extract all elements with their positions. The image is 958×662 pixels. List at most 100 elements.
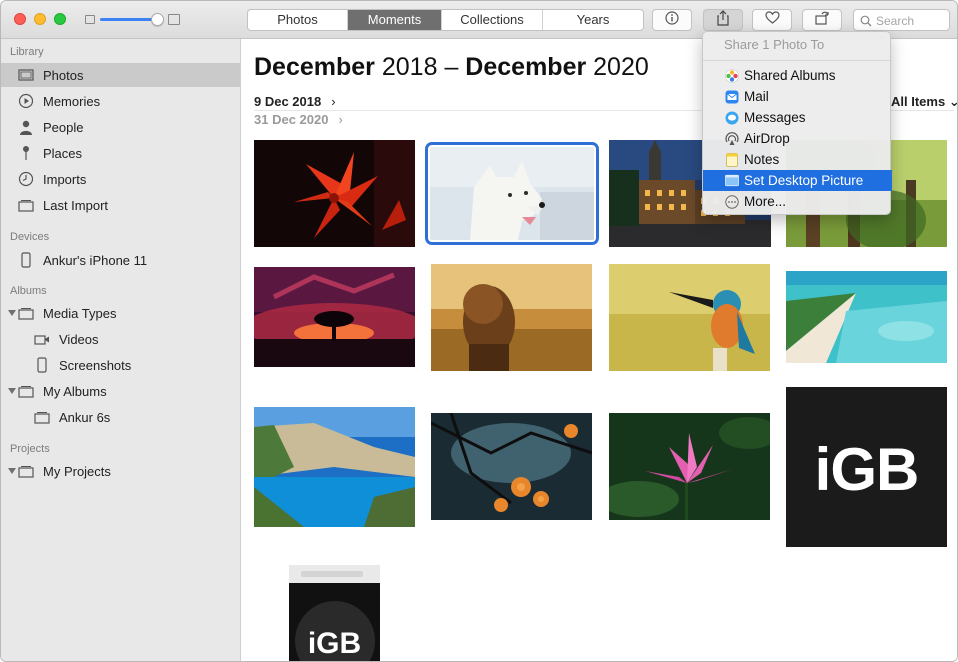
menu-item-shared-albums[interactable]: Shared Albums xyxy=(703,65,892,86)
photo-kingfisher-bird[interactable] xyxy=(609,264,770,371)
date-range-end[interactable]: 31 Dec 2020 › xyxy=(254,112,343,127)
sidebar-item-videos[interactable]: Videos xyxy=(1,327,240,351)
photo-igb-logo-tile[interactable]: iGB xyxy=(786,387,947,547)
albums-section-label: Albums xyxy=(10,285,47,297)
sidebar-item-label: Last Import xyxy=(43,197,109,213)
more-icon xyxy=(725,194,739,209)
sidebar-item-label: Ankur 6s xyxy=(59,409,111,425)
title-from-month: December xyxy=(254,53,375,81)
menu-item-set-desktop-picture[interactable]: Set Desktop Picture xyxy=(703,170,892,191)
messages-icon xyxy=(725,111,739,125)
title-to-year: 2020 xyxy=(593,53,649,81)
title-dash: – xyxy=(444,53,459,81)
sidebar-item-memories[interactable]: Memories xyxy=(1,89,240,113)
menu-item-label: AirDrop xyxy=(744,131,790,146)
sidebar-item-ankur-6s[interactable]: Ankur 6s xyxy=(1,405,240,429)
memories-icon xyxy=(18,93,34,109)
photos-window: Photos Moments Collections Years Search … xyxy=(0,0,958,662)
sidebar-item-photos[interactable]: Photos xyxy=(1,63,240,87)
title-from-year: 2018 xyxy=(381,53,438,81)
date-range-start[interactable]: 9 Dec 2018 › xyxy=(254,94,336,109)
tab-moments[interactable]: Moments xyxy=(348,10,442,30)
menu-item-messages[interactable]: Messages xyxy=(703,107,892,128)
favorite-button[interactable] xyxy=(752,9,792,31)
shared-albums-icon xyxy=(725,68,739,83)
all-items-label: All Items xyxy=(891,94,946,109)
photo-igb-phone-screenshot[interactable]: iGB xyxy=(289,565,380,661)
search-field[interactable]: Search xyxy=(853,9,950,31)
sidebar-item-label: Videos xyxy=(59,331,99,347)
clock-icon xyxy=(18,171,34,187)
search-icon xyxy=(860,14,872,32)
disclosure-triangle-icon[interactable] xyxy=(8,310,16,316)
rotate-icon xyxy=(814,10,830,30)
folder-icon xyxy=(18,464,34,478)
zoom-out-icon[interactable] xyxy=(85,15,95,24)
share-button[interactable] xyxy=(703,9,743,31)
photo-red-amaryllis-flower[interactable] xyxy=(254,140,415,247)
tab-photos[interactable]: Photos xyxy=(248,10,348,30)
sidebar-item-label: People xyxy=(43,119,84,135)
sidebar-item-my-albums[interactable]: My Albums xyxy=(1,379,240,403)
sidebar-item-label: Ankur's iPhone 11 xyxy=(43,252,148,268)
photo-tropical-beach[interactable] xyxy=(786,271,947,363)
menu-item-label: Notes xyxy=(744,152,780,167)
zoom-in-icon[interactable] xyxy=(168,14,180,25)
close-window-button[interactable] xyxy=(14,13,26,25)
all-items-filter[interactable]: All Items ⌄ xyxy=(891,94,957,110)
mail-icon xyxy=(725,90,739,104)
photo-girl-in-golden-field[interactable] xyxy=(431,264,592,371)
photo-pink-lotus[interactable] xyxy=(609,413,770,520)
photo-sunset-tree-silhouette[interactable] xyxy=(254,267,415,367)
chevron-right-icon: › xyxy=(338,112,343,127)
tab-collections[interactable]: Collections xyxy=(442,10,543,30)
sidebar-item-people[interactable]: People xyxy=(1,115,240,139)
info-button[interactable] xyxy=(652,9,692,31)
sidebar-item-label: Media Types xyxy=(43,305,117,321)
album-icon xyxy=(18,198,34,212)
airdrop-icon xyxy=(725,131,739,146)
screenshot-icon xyxy=(34,357,50,373)
disclosure-triangle-icon[interactable] xyxy=(8,388,16,394)
minimize-window-button[interactable] xyxy=(34,13,46,25)
menu-item-label: Shared Albums xyxy=(744,68,836,83)
rotate-button[interactable] xyxy=(802,9,842,31)
sidebar-item-places[interactable]: Places xyxy=(1,141,240,165)
notes-icon xyxy=(725,152,739,167)
date-start-label: 9 Dec 2018 xyxy=(254,94,322,109)
menu-item-notes[interactable]: Notes xyxy=(703,149,892,170)
menu-item-mail[interactable]: Mail xyxy=(703,86,892,107)
share-menu-title: Share 1 Photo To xyxy=(724,37,825,52)
menu-item-airdrop[interactable]: AirDrop xyxy=(703,128,892,149)
phone-igb-text: iGB xyxy=(307,627,362,660)
sidebar-item-last-import[interactable]: Last Import xyxy=(1,193,240,217)
video-camera-icon xyxy=(34,332,50,346)
menu-item-more[interactable]: More... xyxy=(703,191,892,212)
photo-navagio-beach-cliffs[interactable] xyxy=(254,407,415,527)
disclosure-triangle-icon[interactable] xyxy=(8,468,16,474)
maximize-window-button[interactable] xyxy=(54,13,66,25)
sidebar-item-label: Memories xyxy=(43,93,101,109)
album-icon xyxy=(34,410,50,424)
chevron-down-icon: ⌄ xyxy=(949,94,957,109)
tab-years[interactable]: Years xyxy=(543,10,643,30)
share-menu: Share 1 Photo To Shared Albums Mail Mess… xyxy=(702,31,892,215)
person-icon xyxy=(18,120,34,135)
zoom-slider-fill xyxy=(100,18,152,21)
library-section-label: Library xyxy=(10,46,44,58)
igb-logo-text: iGB xyxy=(814,436,920,503)
sidebar-item-media-types[interactable]: Media Types xyxy=(1,301,240,325)
sidebar-item-label: Places xyxy=(43,145,83,161)
sidebar-item-my-projects[interactable]: My Projects xyxy=(1,459,240,483)
sidebar-item-label: Screenshots xyxy=(59,357,132,373)
share-icon xyxy=(716,9,730,31)
sidebar-item-screenshots[interactable]: Screenshots xyxy=(1,353,240,377)
desktop-picture-icon xyxy=(725,174,739,188)
sidebar-item-label: Photos xyxy=(43,67,84,83)
devices-section-label: Devices xyxy=(10,231,50,243)
sidebar-item-imports[interactable]: Imports xyxy=(1,167,240,191)
zoom-slider-knob[interactable] xyxy=(151,13,164,26)
sidebar-item-iphone[interactable]: Ankur's iPhone 11 xyxy=(1,248,240,272)
photo-white-dog[interactable] xyxy=(425,142,599,245)
photo-orange-blossoms[interactable] xyxy=(431,413,592,520)
